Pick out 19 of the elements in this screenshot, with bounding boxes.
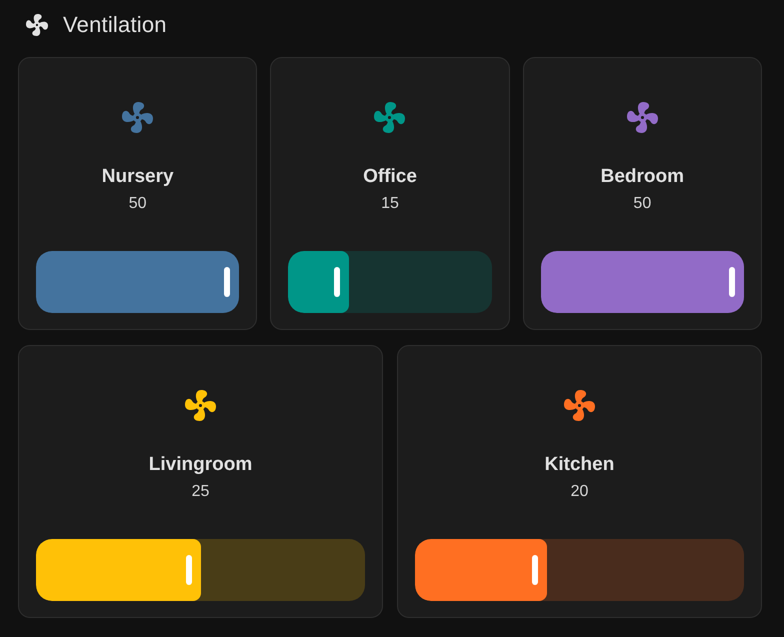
room-name: Office	[363, 165, 417, 189]
speed-slider[interactable]	[288, 251, 492, 313]
room-name: Nursery	[102, 165, 174, 189]
speed-slider[interactable]	[36, 251, 240, 313]
speed-value: 50	[633, 194, 652, 214]
room-name: Livingroom	[148, 453, 252, 477]
room-name: Bedroom	[600, 165, 684, 189]
section-title: Ventilation	[63, 11, 167, 39]
fan-icon	[26, 14, 48, 36]
slider-handle[interactable]	[224, 267, 230, 297]
slider-handle[interactable]	[334, 267, 340, 297]
speed-value: 50	[128, 194, 147, 214]
speed-value: 20	[570, 482, 588, 502]
speed-slider[interactable]	[540, 251, 744, 313]
speed-slider[interactable]	[415, 539, 744, 601]
speed-slider[interactable]	[36, 539, 365, 601]
speed-value: 25	[192, 482, 210, 502]
room-name: Kitchen	[544, 453, 614, 477]
speed-value: 15	[381, 194, 399, 214]
